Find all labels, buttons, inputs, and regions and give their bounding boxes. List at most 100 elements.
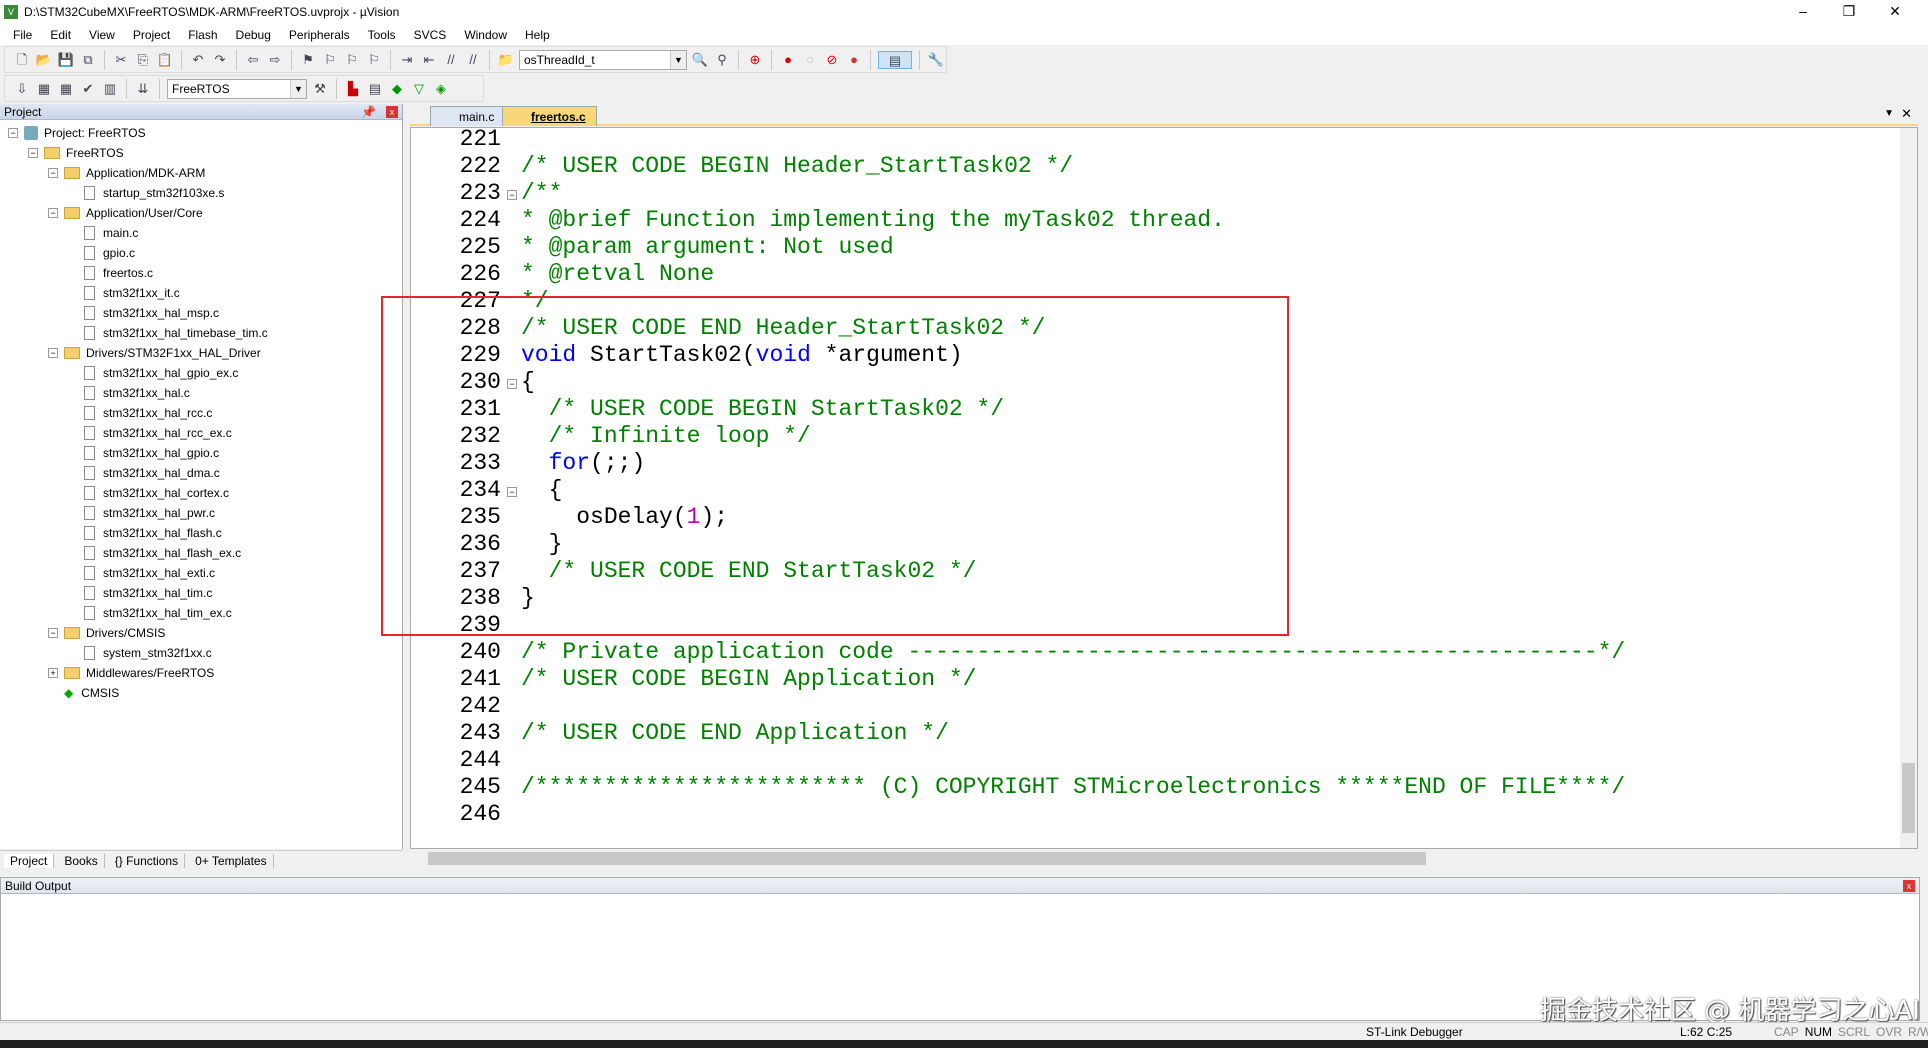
tree-item[interactable]: stm32f1xx_hal_rcc.c [68,403,212,423]
target-options-icon[interactable]: ⚒ [311,80,329,98]
expand-toggle-icon[interactable]: − [48,348,58,358]
pack-installer-icon[interactable]: ▽ [410,80,428,98]
bookmark-icon[interactable]: ⚑ [299,51,317,69]
incremental-find-icon[interactable]: ⚲ [713,51,731,69]
tree-item[interactable]: stm32f1xx_hal_tim_ex.c [68,603,232,623]
redo-icon[interactable]: ↷ [211,51,229,69]
breakpoint-kill-all-icon[interactable]: ● [845,51,863,69]
rte-icon[interactable]: ◈ [432,80,450,98]
breakpoint-icon[interactable]: ● [779,51,797,69]
close-build-output-icon[interactable]: x [1903,880,1915,892]
find-in-files-icon[interactable]: 📁 [497,51,515,69]
minimize-button[interactable]: – [1780,0,1826,24]
menu-svcs[interactable]: SVCS [405,28,456,42]
close-button[interactable]: ✕ [1872,0,1918,24]
tree-item[interactable]: system_stm32f1xx.c [68,643,212,663]
tab-main-c[interactable]: main.c [430,106,506,126]
tree-item[interactable]: ◆ CMSIS [48,683,119,703]
tree-item[interactable]: stm32f1xx_hal_dma.c [68,463,220,483]
stop-build-icon[interactable]: ▥ [101,80,119,98]
debug-session-icon[interactable]: ⊕ [746,51,764,69]
tree-item[interactable]: stm32f1xx_hal_tim.c [68,583,212,603]
menu-flash[interactable]: Flash [179,28,226,42]
restore-button[interactable]: ❐ [1826,0,1872,24]
tree-item[interactable]: gpio.c [68,243,135,263]
pin-icon[interactable]: 📌 [361,104,376,120]
tree-item[interactable]: stm32f1xx_hal_timebase_tim.c [68,323,268,343]
tree-item[interactable]: main.c [68,223,138,243]
menu-peripherals[interactable]: Peripherals [280,28,359,42]
close-tab-icon[interactable]: ✕ [1901,106,1912,122]
panel-tab[interactable]: Project [4,853,55,868]
panel-tab[interactable]: Books [58,853,105,868]
code-line[interactable]: /** [521,180,562,206]
tree-item[interactable]: − FreeRTOS [28,143,124,163]
expand-toggle-icon[interactable]: − [48,628,58,638]
expand-toggle-icon[interactable]: − [48,208,58,218]
tree-item[interactable]: stm32f1xx_hal_exti.c [68,563,215,583]
editor-horizontal-scrollbar[interactable] [412,850,1902,868]
comment-icon[interactable]: // [442,51,460,69]
breakpoint-disable-icon[interactable]: ○ [801,51,819,69]
uncomment-icon[interactable]: // [464,51,482,69]
download-icon[interactable]: ⇊ [134,80,152,98]
new-file-icon[interactable]: 🗋 [13,51,31,69]
code-line[interactable]: /* USER CODE END Application */ [521,720,949,746]
expand-toggle-icon[interactable]: − [8,128,18,138]
tree-item[interactable]: − Application/MDK-ARM [48,163,205,183]
editor-vertical-scrollbar[interactable] [1900,128,1917,848]
menu-tools[interactable]: Tools [359,28,405,42]
nav-forward-icon[interactable]: ⇨ [266,51,284,69]
tree-item[interactable]: − Drivers/CMSIS [48,623,165,643]
bookmark-clear-icon[interactable]: ⚐ [365,51,383,69]
build-icon[interactable]: ▦ [35,80,53,98]
close-panel-icon[interactable]: x [386,106,398,118]
expand-toggle-icon[interactable]: − [28,148,38,158]
code-line[interactable]: /* USER CODE BEGIN Header_StartTask02 */ [521,153,1073,179]
code-line[interactable]: * @brief Function implementing the myTas… [521,207,1225,233]
tree-item[interactable]: + Middlewares/FreeRTOS [48,663,214,683]
configure-icon[interactable]: 🔧 [927,51,945,69]
tree-item[interactable]: stm32f1xx_hal_flash_ex.c [68,543,241,563]
tree-item[interactable]: − Drivers/STM32F1xx_HAL_Driver [48,343,261,363]
manage-rte-icon[interactable]: ◆ [388,80,406,98]
tree-item[interactable]: stm32f1xx_hal_gpio.c [68,443,219,463]
nav-back-icon[interactable]: ⇦ [244,51,262,69]
copy-icon[interactable]: ⎘ [134,51,152,69]
menu-file[interactable]: File [4,28,41,42]
tree-item[interactable]: − Project: FreeRTOS [8,123,146,143]
save-icon[interactable]: 💾 [57,51,75,69]
paste-icon[interactable]: 📋 [156,51,174,69]
code-line[interactable]: /* USER CODE BEGIN Application */ [521,666,976,692]
breakpoint-disable-all-icon[interactable]: ⊘ [823,51,841,69]
bookmark-prev-icon[interactable]: ⚐ [321,51,339,69]
code-line[interactable]: /* Private application code ------------… [521,639,1625,665]
tree-item[interactable]: stm32f1xx_it.c [68,283,180,303]
tab-list-dropdown-icon[interactable]: ▼ [1884,108,1894,119]
find-icon[interactable]: 🔍 [691,51,709,69]
expand-toggle-icon[interactable]: + [48,668,58,678]
tree-item[interactable]: stm32f1xx_hal_rcc_ex.c [68,423,232,443]
cut-icon[interactable]: ✂ [112,51,130,69]
menu-view[interactable]: View [80,28,124,42]
menu-edit[interactable]: Edit [41,28,80,42]
menu-project[interactable]: Project [124,28,179,42]
code-line[interactable]: * @param argument: Not used [521,234,894,260]
panel-tab[interactable]: {} Functions [109,853,186,868]
translate-icon[interactable]: ⇩ [13,80,31,98]
indent-icon[interactable]: ⇥ [398,51,416,69]
open-icon[interactable]: 📂 [35,51,53,69]
tree-item[interactable]: stm32f1xx_hal_cortex.c [68,483,229,503]
tree-item[interactable]: startup_stm32f103xe.s [68,183,224,203]
tree-item[interactable]: stm32f1xx_hal_flash.c [68,523,222,543]
menu-help[interactable]: Help [516,28,559,42]
undo-icon[interactable]: ↶ [189,51,207,69]
code-line[interactable]: /************************ (C) COPYRIGHT … [521,774,1625,800]
tree-item[interactable]: stm32f1xx_hal_msp.c [68,303,219,323]
code-line[interactable]: * @retval None [521,261,714,287]
select-packs-icon[interactable]: ▤ [366,80,384,98]
tree-item[interactable]: stm32f1xx_hal_pwr.c [68,503,215,523]
unindent-icon[interactable]: ⇤ [420,51,438,69]
tree-item[interactable]: freertos.c [68,263,153,283]
tree-item[interactable]: stm32f1xx_hal_gpio_ex.c [68,363,238,383]
